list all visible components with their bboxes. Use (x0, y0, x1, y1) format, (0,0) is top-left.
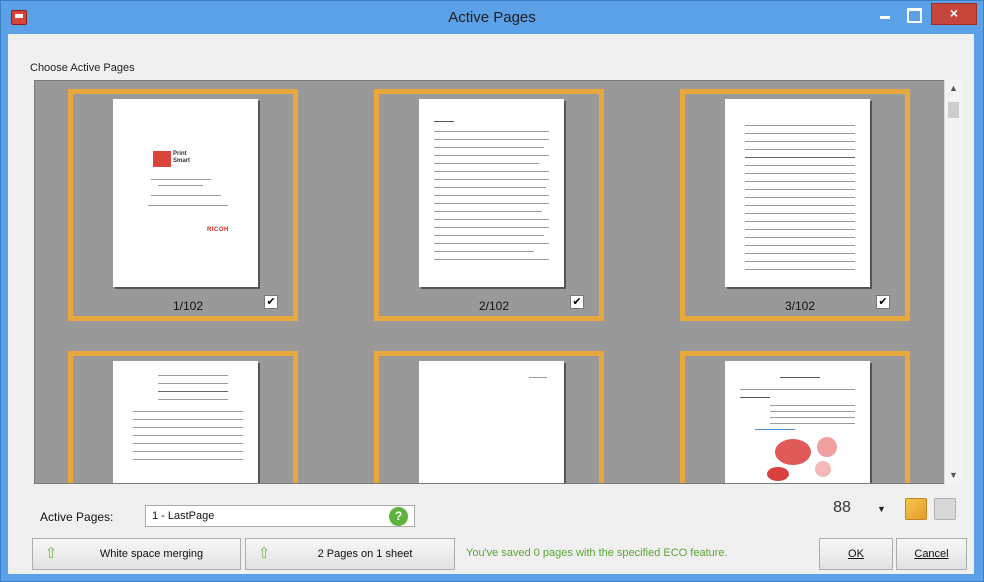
deselect-pages-icon[interactable] (934, 498, 956, 520)
cancel-button[interactable]: Cancel (896, 538, 967, 570)
infographic-graphic (817, 437, 837, 457)
select-all-pages-icon[interactable] (905, 498, 927, 520)
page-tile[interactable]: 2/102 ✔ (374, 89, 604, 321)
infographic-graphic (767, 467, 789, 481)
group-label: Choose Active Pages (30, 62, 135, 74)
layout-dropdown-arrow-icon[interactable]: ▼ (877, 504, 887, 514)
page-thumbnail (725, 361, 870, 483)
white-space-merging-label: White space merging (99, 548, 204, 560)
page-active-checkbox[interactable]: ✔ (570, 295, 584, 309)
scroll-up-arrow-icon[interactable]: ▲ (945, 80, 962, 97)
page-thumbnail (419, 361, 564, 483)
two-pages-per-sheet-button[interactable]: ⇧ 2 Pages on 1 sheet (245, 538, 455, 570)
thumbnail-logo-text: Print Smart (173, 151, 191, 164)
help-icon[interactable]: ? (389, 507, 408, 526)
infographic-graphic (815, 461, 831, 477)
scroll-down-arrow-icon[interactable]: ▼ (945, 467, 962, 484)
page-thumbnail (113, 361, 258, 483)
page-tile[interactable]: Print Smart RICOH 1/102 ✔ (68, 89, 298, 321)
eco-status-text: You've saved 0 pages with the specified … (466, 547, 728, 559)
print-smart-logo-icon (153, 151, 171, 167)
page-tile[interactable]: 3/102 ✔ (680, 89, 910, 321)
active-pages-label: Active Pages: (40, 510, 114, 524)
page-thumbnail (725, 99, 870, 287)
scroll-thumb[interactable] (948, 102, 959, 118)
page-thumbnail: Print Smart RICOH (113, 99, 258, 287)
page-thumbnail (419, 99, 564, 287)
active-pages-input[interactable]: 1 - LastPage (145, 505, 415, 527)
page-thumbnail-viewer: Print Smart RICOH 1/102 ✔ 2/102 ✔ 3/102 … (34, 80, 962, 484)
page-tile[interactable] (374, 351, 604, 483)
page-layout-icon[interactable]: 88 (830, 498, 854, 518)
thumbnail-scrollbar[interactable]: ▲ ▼ (944, 80, 962, 484)
close-button[interactable]: × (931, 3, 977, 25)
page-active-checkbox[interactable]: ✔ (876, 295, 890, 309)
infographic-graphic (775, 439, 811, 465)
title-bar[interactable]: Active Pages × (1, 1, 983, 35)
page-active-checkbox[interactable]: ✔ (264, 295, 278, 309)
ok-button[interactable]: OK (819, 538, 893, 570)
page-tile[interactable] (680, 351, 910, 483)
window-title: Active Pages (448, 9, 536, 26)
white-space-merging-button[interactable]: ⇧ White space merging (32, 538, 241, 570)
page-tile[interactable] (68, 351, 298, 483)
minimize-button[interactable] (872, 5, 898, 25)
thumbnail-brand-text: RICOH (207, 227, 229, 233)
maximize-button[interactable] (900, 5, 926, 25)
two-pages-per-sheet-label: 2 Pages on 1 sheet (317, 548, 413, 560)
